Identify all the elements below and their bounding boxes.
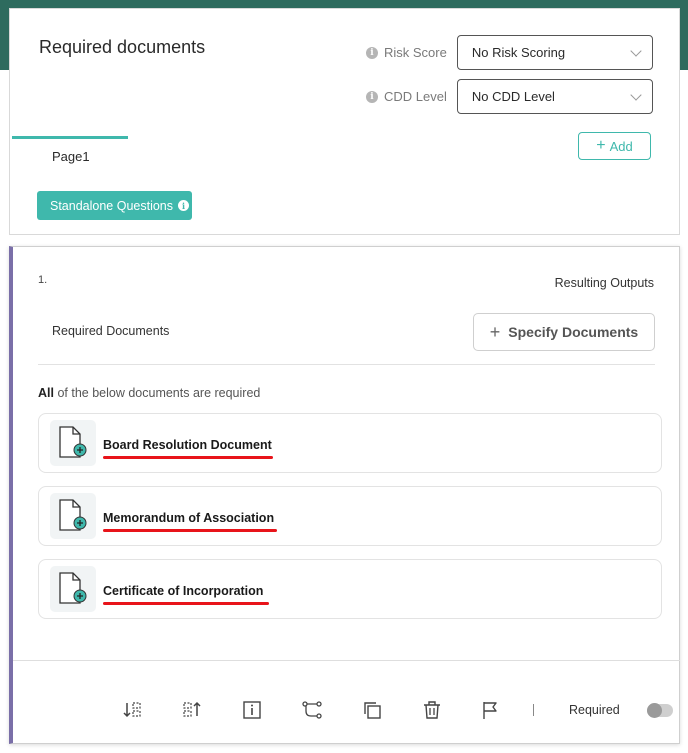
document-item[interactable]: Memorandum of Association bbox=[38, 486, 662, 546]
requirement-text: All of the below documents are required bbox=[38, 386, 261, 400]
red-underline bbox=[103, 456, 273, 459]
form-header-card: Required documents i Risk Score No Risk … bbox=[9, 8, 680, 235]
document-item[interactable]: Certificate of Incorporation bbox=[38, 559, 662, 619]
document-add-icon bbox=[50, 493, 96, 539]
document-add-icon bbox=[50, 420, 96, 466]
question-label: Required Documents bbox=[52, 324, 170, 338]
plus-icon: + bbox=[489, 321, 501, 342]
question-card: 1. Resulting Outputs Required Documents … bbox=[9, 246, 680, 744]
logic-branch-icon[interactable] bbox=[301, 699, 323, 721]
info-icon[interactable]: i bbox=[366, 46, 378, 59]
cdd-level-row: i CDD Level No CDD Level bbox=[366, 79, 653, 114]
active-tab-indicator bbox=[12, 136, 128, 139]
question-number: 1. bbox=[38, 274, 48, 286]
risk-score-row: i Risk Score No Risk Scoring bbox=[366, 35, 653, 70]
move-up-icon[interactable] bbox=[181, 699, 203, 721]
required-toggle[interactable] bbox=[647, 703, 673, 718]
move-down-icon[interactable] bbox=[122, 699, 144, 721]
resulting-outputs-link[interactable]: Resulting Outputs bbox=[555, 276, 654, 290]
chevron-down-icon bbox=[630, 44, 642, 57]
info-icon[interactable]: i bbox=[366, 90, 378, 103]
divider bbox=[38, 364, 655, 365]
document-title: Memorandum of Association bbox=[103, 511, 275, 525]
standalone-questions-button[interactable]: Standalone Questions i bbox=[37, 191, 192, 220]
cdd-level-value: No CDD Level bbox=[471, 89, 555, 104]
tab-page1[interactable]: Page1 bbox=[52, 149, 90, 164]
specify-documents-button[interactable]: + Specify Documents bbox=[473, 313, 655, 351]
footer-divider bbox=[13, 660, 680, 661]
document-item[interactable]: Board Resolution Document bbox=[38, 413, 662, 473]
red-underline bbox=[103, 529, 277, 532]
document-title: Certificate of Incorporation bbox=[103, 584, 264, 598]
flag-icon[interactable] bbox=[479, 699, 501, 721]
info-box-icon[interactable] bbox=[241, 699, 263, 721]
toolbar-separator bbox=[533, 704, 534, 716]
risk-score-select[interactable]: No Risk Scoring bbox=[456, 35, 653, 70]
cdd-level-label: i CDD Level bbox=[366, 89, 447, 104]
plus-icon: + bbox=[596, 137, 606, 154]
red-underline bbox=[103, 602, 269, 605]
document-title: Board Resolution Document bbox=[103, 438, 272, 452]
page-title: Required documents bbox=[39, 37, 206, 57]
document-add-icon bbox=[50, 566, 96, 612]
cdd-level-select[interactable]: No CDD Level bbox=[456, 79, 653, 114]
trash-icon[interactable] bbox=[421, 699, 443, 721]
risk-score-label: i Risk Score bbox=[366, 45, 447, 60]
info-icon: i bbox=[178, 200, 190, 211]
copy-icon[interactable] bbox=[361, 699, 383, 721]
add-page-button[interactable]: + Add bbox=[578, 132, 651, 160]
toggle-knob bbox=[647, 703, 662, 718]
chevron-down-icon bbox=[630, 88, 642, 101]
required-label: Required bbox=[569, 703, 620, 717]
risk-score-value: No Risk Scoring bbox=[471, 45, 566, 60]
